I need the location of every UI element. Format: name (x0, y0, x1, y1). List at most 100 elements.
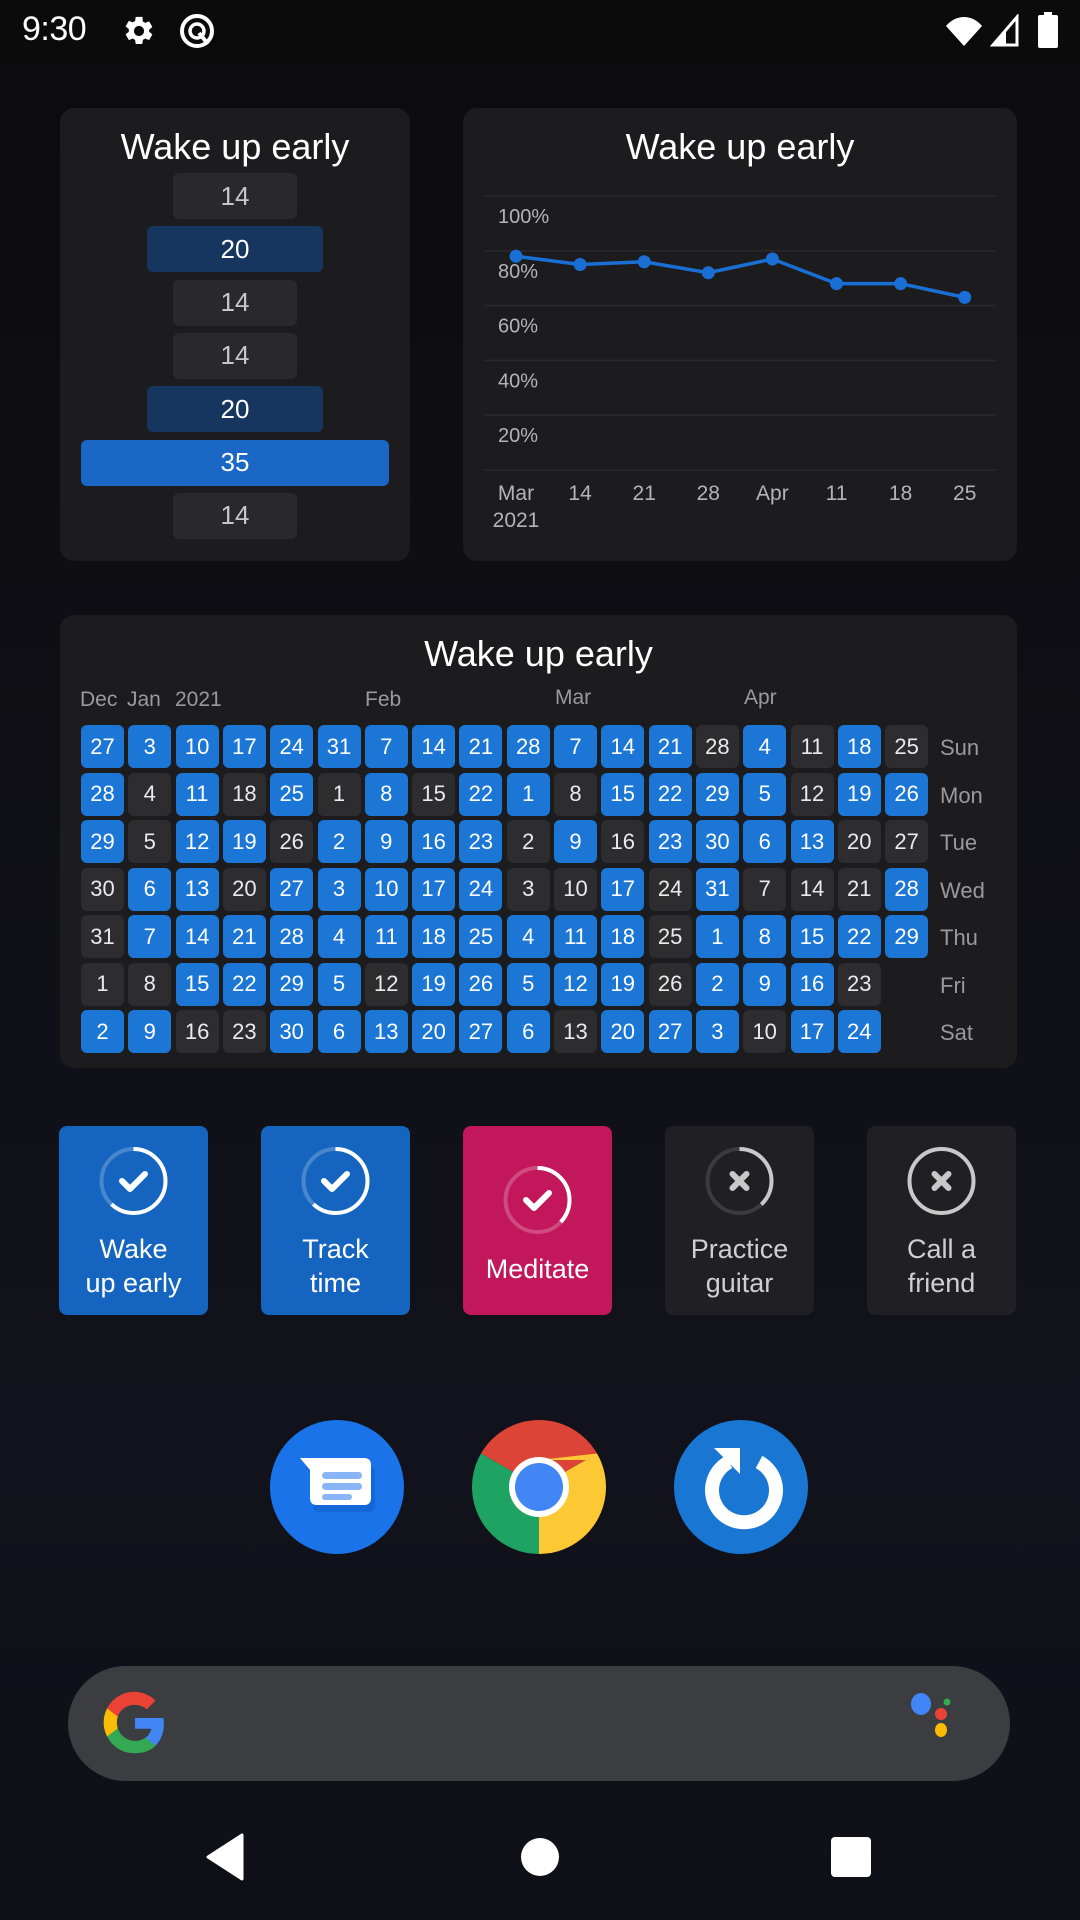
calendar-day: 29 (695, 772, 739, 816)
calendar-day: 19 (601, 962, 645, 1006)
calendar-day: 28 (81, 772, 124, 816)
calendar-day: 26 (270, 820, 314, 863)
score-chart-widget[interactable]: Wake up early 100% 80% 60% 40% 20% Mar 2021 14 2… (463, 108, 1017, 561)
data-point (765, 252, 779, 266)
calendar-day: 29 (270, 962, 314, 1006)
weekday-label: Tue (940, 830, 978, 855)
calendar-day: 8 (743, 915, 787, 958)
calendar-day: 31 (317, 725, 361, 768)
calendar-day: 26 (885, 772, 929, 816)
calendar-day: 12 (175, 820, 219, 863)
recents-button[interactable] (830, 1836, 872, 1878)
widget-title: Wake up early (424, 633, 653, 674)
calendar-day: 14 (601, 725, 645, 768)
calendar-day: 12 (790, 772, 834, 816)
calendar-day: 19 (412, 962, 456, 1006)
calendar-day: 18 (412, 915, 456, 958)
calendar-day: 9 (128, 1010, 172, 1053)
calendar-day: 22 (222, 962, 266, 1006)
calendar-day: 10 (743, 1010, 787, 1053)
calendar-day: 3 (317, 867, 361, 911)
status-bar: 9:30 (0, 0, 1080, 62)
chrome-app-icon[interactable] (472, 1420, 606, 1554)
frequency-row: 14 (173, 492, 297, 539)
calendar-day: 17 (790, 1010, 834, 1053)
habit-label-line: Call a (906, 1234, 977, 1264)
google-g-icon (103, 1691, 164, 1754)
messages-app-icon[interactable] (270, 1420, 404, 1554)
calendar-day: 21 (222, 915, 266, 958)
calendar-day: 13 (790, 820, 834, 863)
calendar-day: 9 (554, 820, 597, 863)
month-label: Apr (744, 686, 777, 709)
calendar-day: 11 (790, 725, 834, 768)
x-tick-label: Mar (498, 482, 534, 505)
x-tick-label: 14 (568, 482, 592, 505)
calendar-day: 13 (554, 1010, 597, 1053)
calendar-day: 23 (222, 1010, 266, 1053)
month-label: 2021 (175, 688, 222, 711)
calendar-day: 23 (837, 962, 881, 1006)
check-icon (523, 1190, 552, 1211)
frequency-row: 14 (173, 279, 297, 326)
calendar-day: 16 (601, 820, 645, 863)
calendar-day: 8 (364, 772, 408, 816)
calendar-day: 12 (554, 962, 597, 1006)
calendar-day: 11 (175, 772, 219, 816)
frequency-row: 20 (147, 226, 323, 273)
back-button[interactable] (204, 1833, 246, 1881)
chrome-icon (472, 1420, 606, 1554)
weekday-label: Mon (940, 782, 983, 808)
habit-progress-ring (99, 1147, 168, 1215)
data-point (701, 266, 715, 280)
data-point (573, 258, 587, 271)
calendar-day: 6 (506, 1010, 550, 1053)
calendar-day: 23 (648, 820, 692, 863)
habit-button[interactable]: Wake up early (59, 1126, 208, 1315)
home-button[interactable] (519, 1836, 561, 1878)
calendar-day: 2 (317, 820, 361, 863)
loop-habit-app-icon[interactable] (674, 1420, 808, 1554)
calendar-day: 14 (790, 867, 834, 911)
frequency-row: 35 (81, 439, 389, 486)
calendar-day: 15 (175, 962, 219, 1006)
calendar-day: 27 (459, 1010, 503, 1053)
data-point (894, 277, 908, 291)
x-icon (931, 1171, 952, 1191)
calendar-day: 30 (695, 820, 739, 863)
calendar-day: 2 (506, 820, 550, 863)
calendar-day: 17 (601, 867, 645, 911)
habit-label-line: friend (907, 1268, 976, 1298)
google-assistant-icon (911, 1693, 951, 1737)
calendar-day: 6 (317, 1010, 361, 1053)
habit-button[interactable]: Track time (261, 1126, 410, 1315)
calendar-day: 2 (81, 1010, 124, 1053)
google-search-bar[interactable] (68, 1666, 1010, 1781)
calendar-day: 24 (648, 867, 692, 911)
calendar-day: 15 (601, 772, 645, 816)
x-tick-label: 25 (953, 482, 976, 505)
habit-button[interactable]: Meditate (463, 1126, 612, 1315)
habit-label-line: time (309, 1268, 361, 1298)
habit-progress-ring (301, 1147, 370, 1215)
calendar-day: 11 (554, 915, 597, 958)
calendar-day: 7 (554, 725, 597, 768)
calendar-day: 31 (695, 867, 739, 911)
calendar-day: 16 (412, 820, 456, 863)
habit-label-line: Wake (99, 1234, 168, 1264)
habit-button[interactable]: Practice guitar (665, 1126, 814, 1315)
habit-button[interactable]: Call a friend (867, 1126, 1016, 1315)
calendar-day: 4 (506, 915, 550, 958)
calendar-day: 7 (128, 915, 172, 958)
frequency-widget[interactable]: Wake up early 14 20 14 14 20 35 14 (60, 108, 410, 561)
calendar-day: 14 (175, 915, 219, 958)
calendar-day: 9 (364, 820, 408, 863)
calendar-day: 23 (459, 820, 503, 863)
calendar-day: 8 (554, 772, 597, 816)
calendar-day: 17 (222, 725, 266, 768)
habit-label-line: Track (302, 1234, 369, 1264)
check-icon (321, 1171, 350, 1192)
calendar-day: 10 (175, 725, 219, 768)
calendar-day: 2 (695, 962, 739, 1006)
calendar-day: 27 (885, 820, 929, 863)
